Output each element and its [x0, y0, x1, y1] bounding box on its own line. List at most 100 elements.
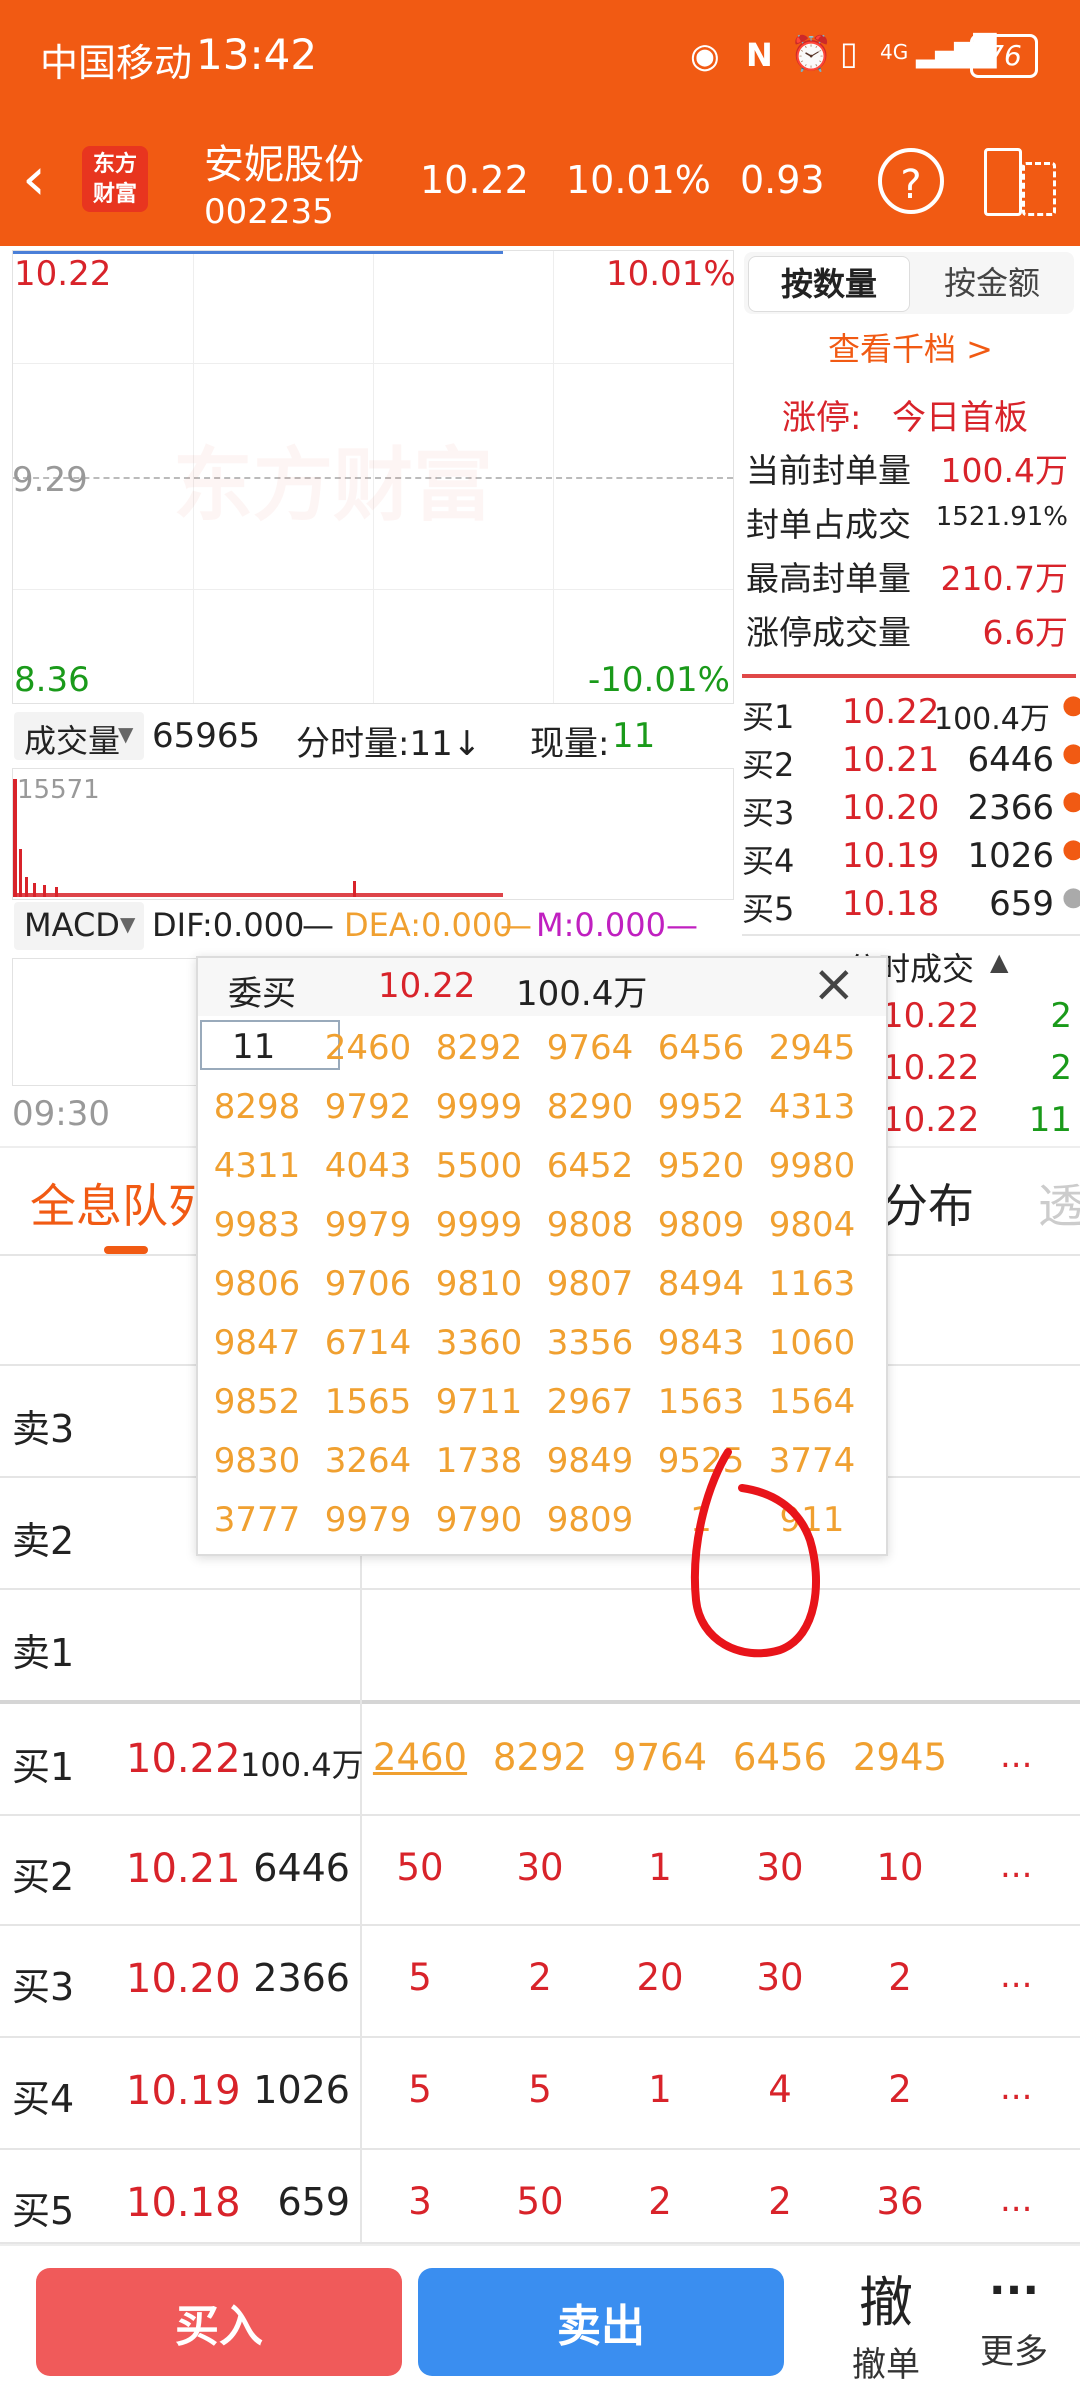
table-row[interactable]: 买5 10.18 659 3 50 2 2 36 ...: [0, 2150, 1080, 2242]
more-orders-button[interactable]: ...: [1000, 1956, 1032, 1996]
order-cell[interactable]: 2945: [840, 1736, 960, 1779]
more-orders-button[interactable]: ...: [1000, 1736, 1032, 1776]
order-cell[interactable]: 5: [480, 2068, 600, 2111]
order-cell[interactable]: 1: [600, 1846, 720, 1889]
tab-by-amount[interactable]: 按金额: [914, 256, 1070, 310]
popup-order-cell[interactable]: 1163: [757, 1264, 867, 1304]
popup-order-cell[interactable]: 1565: [313, 1382, 423, 1422]
popup-order-cell[interactable]: 1564: [757, 1382, 867, 1422]
popup-order-cell[interactable]: 6456: [646, 1028, 756, 1068]
chevron-up-icon[interactable]: ▲: [990, 948, 1008, 976]
order-cell[interactable]: 5: [360, 2068, 480, 2111]
popup-order-cell[interactable]: 9520: [646, 1146, 756, 1186]
order-cell[interactable]: 9764: [600, 1736, 720, 1779]
popup-order-cell[interactable]: 9852: [202, 1382, 312, 1422]
bid-row[interactable]: 买5 10.18 659 ●: [742, 880, 1080, 928]
popup-order-cell[interactable]: 1738: [424, 1441, 534, 1481]
order-cell[interactable]: 36: [840, 2180, 960, 2223]
table-row[interactable]: 买4 10.19 1026 5 5 1 4 2 ...: [0, 2038, 1080, 2146]
popup-order-cell[interactable]: 2945: [757, 1028, 867, 1068]
order-cell[interactable]: 2: [600, 2180, 720, 2223]
bid-row[interactable]: 买4 10.19 1026 ●: [742, 832, 1080, 880]
table-row[interactable]: 买1 10.22 100.4万 2460 8292 9764 6456 2945…: [0, 1706, 1080, 1814]
popup-order-cell[interactable]: 5500: [424, 1146, 534, 1186]
more-orders-button[interactable]: ...: [1000, 1846, 1032, 1886]
order-cell[interactable]: 2: [840, 2068, 960, 2111]
popup-order-cell[interactable]: 8292: [424, 1028, 534, 1068]
order-cell[interactable]: 50: [480, 2180, 600, 2223]
popup-order-cell[interactable]: 3356: [535, 1323, 645, 1363]
popup-order-cell[interactable]: 9804: [757, 1205, 867, 1245]
order-cell[interactable]: 2: [480, 1956, 600, 1999]
order-cell[interactable]: 30: [480, 1846, 600, 1889]
more-button[interactable]: ··· 更多: [964, 2258, 1064, 2388]
order-cell[interactable]: 10: [840, 1846, 960, 1889]
bid-row[interactable]: 买2 10.21 6446 ●: [742, 736, 1080, 784]
back-icon[interactable]: ‹: [22, 144, 46, 214]
popup-order-cell[interactable]: 1563: [646, 1382, 756, 1422]
popup-order-cell[interactable]: 4311: [202, 1146, 312, 1186]
popup-order-cell[interactable]: 9809: [535, 1500, 645, 1540]
intraday-chart[interactable]: 东方财富: [12, 250, 734, 704]
popup-order-cell[interactable]: 9711: [424, 1382, 534, 1422]
help-icon[interactable]: ?: [878, 148, 944, 214]
popup-order-cell[interactable]: 9806: [202, 1264, 312, 1304]
popup-order-cell[interactable]: 9952: [646, 1087, 756, 1127]
more-orders-button[interactable]: ...: [1000, 2068, 1032, 2108]
popup-order-cell[interactable]: 9808: [535, 1205, 645, 1245]
popup-order-cell[interactable]: 9810: [424, 1264, 534, 1304]
popup-order-cell[interactable]: 3360: [424, 1323, 534, 1363]
popup-order-cell[interactable]: 9764: [535, 1028, 645, 1068]
popup-order-cell[interactable]: 9999: [424, 1205, 534, 1245]
popup-order-cell[interactable]: 9983: [202, 1205, 312, 1245]
popup-order-cell[interactable]: 9809: [646, 1205, 756, 1245]
popup-order-cell[interactable]: 9979: [313, 1205, 423, 1245]
popup-order-cell[interactable]: 2967: [535, 1382, 645, 1422]
close-icon[interactable]: ×: [812, 954, 856, 1014]
order-cell[interactable]: 30: [720, 1956, 840, 1999]
tab-distribution[interactable]: 分布: [882, 1170, 974, 1236]
popup-order-cell[interactable]: 9980: [757, 1146, 867, 1186]
table-row[interactable]: 买2 10.21 6446 50 30 1 30 10 ...: [0, 1816, 1080, 1924]
order-cell[interactable]: 8292: [480, 1736, 600, 1779]
popup-order-cell[interactable]: 2460: [313, 1028, 423, 1068]
popup-order-cell[interactable]: 1060: [757, 1323, 867, 1363]
order-cell[interactable]: 5: [360, 1956, 480, 1999]
popup-order-cell[interactable]: 4313: [757, 1087, 867, 1127]
popup-order-cell[interactable]: 6714: [313, 1323, 423, 1363]
popup-order-cell[interactable]: 9999: [424, 1087, 534, 1127]
popup-order-cell[interactable]: 6452: [535, 1146, 645, 1186]
popup-order-cell[interactable]: 8290: [535, 1087, 645, 1127]
more-orders-button[interactable]: ...: [1000, 2180, 1032, 2220]
popup-order-cell[interactable]: 9843: [646, 1323, 756, 1363]
tab-by-quantity[interactable]: 按数量: [748, 256, 910, 312]
order-cell[interactable]: 20: [600, 1956, 720, 1999]
cancel-order-button[interactable]: 撤 撤单: [836, 2258, 936, 2388]
buy-button[interactable]: 买入: [36, 2268, 402, 2376]
order-cell[interactable]: 4: [720, 2068, 840, 2111]
volume-dropdown[interactable]: 成交量 ▼: [14, 712, 144, 760]
popup-order-cell[interactable]: 9849: [535, 1441, 645, 1481]
popup-order-cell[interactable]: 8494: [646, 1264, 756, 1304]
popup-order-cell[interactable]: 4043: [313, 1146, 423, 1186]
popup-order-cell[interactable]: 3264: [313, 1441, 423, 1481]
view-depth-link[interactable]: 查看千档 >: [828, 324, 993, 370]
tab-full-queue[interactable]: 全息队列: [30, 1170, 214, 1236]
popup-order-cell[interactable]: 9790: [424, 1500, 534, 1540]
order-cell[interactable]: 30: [720, 1846, 840, 1889]
order-cell[interactable]: 2: [840, 1956, 960, 1999]
bid-row[interactable]: 买3 10.20 2366 ●: [742, 784, 1080, 832]
sell-button[interactable]: 卖出: [418, 2268, 784, 2376]
popup-order-cell[interactable]: 9706: [313, 1264, 423, 1304]
popup-order-cell[interactable]: 9979: [313, 1500, 423, 1540]
popup-order-cell[interactable]: 9847: [202, 1323, 312, 1363]
popup-order-cell[interactable]: 9807: [535, 1264, 645, 1304]
order-cell[interactable]: 2460: [360, 1736, 480, 1779]
order-cell[interactable]: 6456: [720, 1736, 840, 1779]
popup-order-cell[interactable]: 8298: [202, 1087, 312, 1127]
popup-order-cell[interactable]: 3777: [202, 1500, 312, 1540]
order-cell[interactable]: 1: [600, 2068, 720, 2111]
table-row[interactable]: 买3 10.20 2366 5 2 20 30 2 ...: [0, 1926, 1080, 2034]
macd-dropdown[interactable]: MACD ▼: [14, 902, 144, 950]
popup-order-cell[interactable]: 9792: [313, 1087, 423, 1127]
